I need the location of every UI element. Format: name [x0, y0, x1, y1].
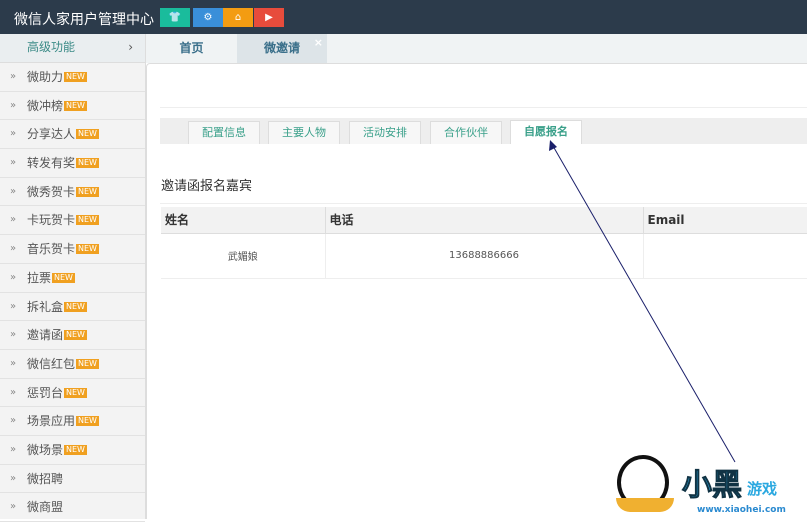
panda-base [616, 498, 674, 512]
watermark-logo: 小黑 游戏 www.xiaohei.com [612, 450, 807, 519]
logo-text-2: 游戏 [747, 480, 778, 498]
logo-text: 小黑 [682, 468, 743, 504]
annotation-arrow [549, 140, 736, 463]
logo-url: www.xiaohei.com [697, 505, 786, 515]
